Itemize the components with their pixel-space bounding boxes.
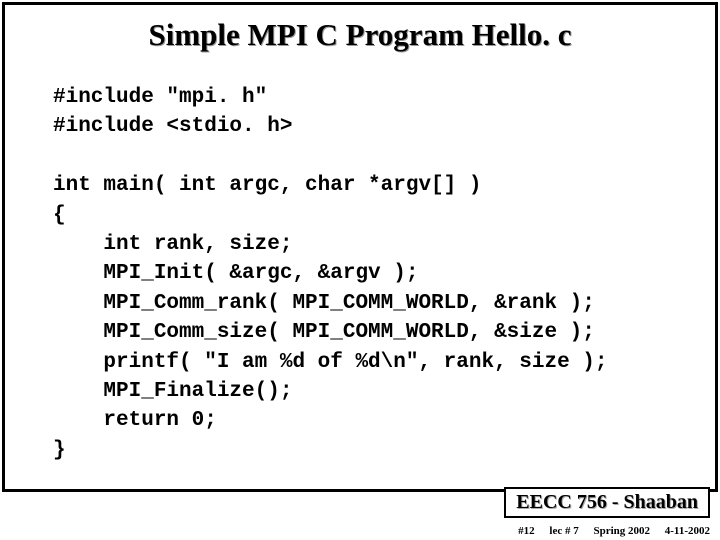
code-line: return 0; [53, 409, 217, 432]
code-line: MPI_Finalize(); [53, 380, 292, 403]
term-label: Spring 2002 [593, 525, 650, 537]
code-line: { [53, 204, 66, 227]
date-label: 4-11-2002 [665, 525, 710, 537]
course-label: EECC 756 - Shaaban [516, 491, 698, 513]
code-line: printf( "I am %d of %d\n", rank, size ); [53, 351, 608, 374]
code-line: } [53, 439, 66, 462]
code-line: MPI_Comm_rank( MPI_COMM_WORLD, &rank ); [53, 292, 595, 315]
course-footer-box: EECC 756 - Shaaban [504, 487, 710, 518]
slide-title: Simple MPI C Program Hello. c [5, 17, 715, 53]
lecture-number: lec # 7 [549, 525, 578, 537]
code-line: #include <stdio. h> [53, 115, 292, 138]
code-line: MPI_Init( &argc, &argv ); [53, 262, 418, 285]
code-line: int rank, size; [53, 233, 292, 256]
code-block: #include "mpi. h" #include <stdio. h> in… [53, 83, 715, 465]
code-line: int main( int argc, char *argv[] ) [53, 174, 481, 197]
slide-border: Simple MPI C Program Hello. c #include "… [2, 2, 718, 492]
code-line: MPI_Comm_size( MPI_COMM_WORLD, &size ); [53, 321, 595, 344]
slide-number: #12 [518, 525, 535, 537]
code-line: #include "mpi. h" [53, 86, 267, 109]
footer-meta: #12 lec # 7 Spring 2002 4-11-2002 [506, 525, 710, 537]
